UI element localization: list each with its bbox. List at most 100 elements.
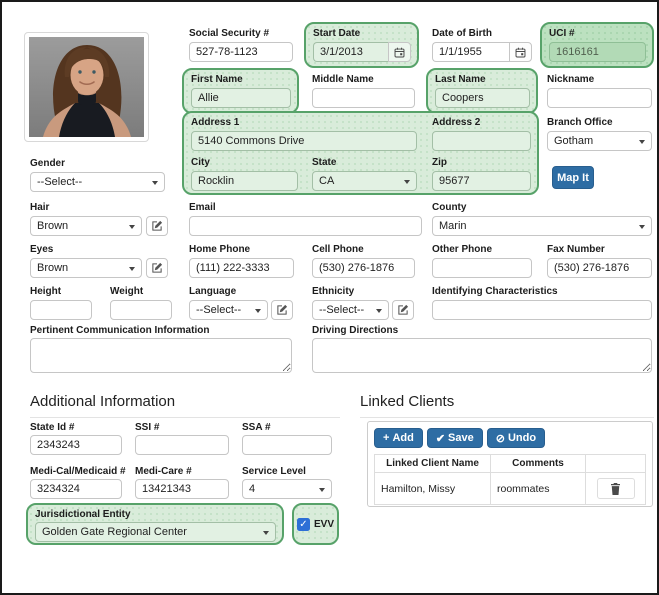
state-select-value: CA bbox=[319, 175, 335, 187]
state-label: State bbox=[312, 157, 337, 168]
edit-icon bbox=[277, 304, 288, 315]
chevron-down-icon bbox=[129, 267, 135, 271]
evv-highlight: EVV bbox=[292, 503, 339, 545]
jurisdictional-entity-select-value: Golden Gate Regional Center bbox=[42, 526, 187, 538]
middle-name-label: Middle Name bbox=[312, 74, 374, 85]
undo-button[interactable]: ⊘ Undo bbox=[486, 428, 546, 448]
evv-checkbox[interactable] bbox=[296, 517, 310, 531]
height-label: Height bbox=[30, 286, 62, 297]
column-header-actions bbox=[585, 454, 646, 473]
ssi-label: SSI # bbox=[135, 422, 160, 433]
address1-input[interactable] bbox=[191, 131, 417, 151]
chevron-down-icon bbox=[639, 225, 645, 229]
state-id-input[interactable] bbox=[30, 435, 122, 455]
hair-select-value: Brown bbox=[37, 220, 69, 232]
city-input[interactable] bbox=[191, 171, 298, 191]
branch-office-select[interactable]: Gotham bbox=[547, 131, 652, 151]
start-date-input[interactable] bbox=[313, 42, 389, 62]
middle-name-input[interactable] bbox=[312, 88, 415, 108]
identifying-characteristics-label: Identifying Characteristics bbox=[432, 286, 558, 297]
county-select[interactable]: Marin bbox=[432, 216, 652, 236]
delete-row-button[interactable] bbox=[596, 478, 635, 499]
additional-information-heading: Additional Information bbox=[30, 393, 340, 418]
column-header-linked-client-name: Linked Client Name bbox=[374, 454, 491, 473]
hair-label: Hair bbox=[30, 202, 50, 213]
email-input[interactable] bbox=[189, 216, 422, 236]
driving-directions-label: Driving Directions bbox=[312, 325, 399, 336]
linked-clients-heading: Linked Clients bbox=[360, 393, 654, 418]
address2-input[interactable] bbox=[432, 131, 531, 151]
map-it-button[interactable]: Map It bbox=[552, 166, 594, 189]
first-name-input[interactable] bbox=[191, 88, 291, 108]
fax-number-input[interactable] bbox=[547, 258, 652, 278]
medi-cal-label: Medi-Cal/Medicaid # bbox=[30, 466, 126, 477]
service-level-select[interactable]: 4 bbox=[242, 479, 332, 499]
other-phone-label: Other Phone bbox=[432, 244, 493, 255]
ethnicity-edit-button[interactable] bbox=[392, 300, 414, 320]
ssa-input[interactable] bbox=[242, 435, 332, 455]
zip-input[interactable] bbox=[432, 171, 531, 191]
nickname-label: Nickname bbox=[547, 74, 595, 85]
state-select[interactable]: CA bbox=[312, 171, 417, 191]
add-button[interactable]: + Add bbox=[374, 428, 423, 448]
eyes-select[interactable]: Brown bbox=[30, 258, 142, 278]
weight-input[interactable] bbox=[110, 300, 172, 320]
height-input[interactable] bbox=[30, 300, 92, 320]
evv-label: EVV bbox=[313, 518, 334, 530]
pertinent-communication-textarea[interactable] bbox=[30, 338, 292, 373]
linked-clients-panel: + Add ✔ Save ⊘ Undo Linked Client Name Comm… bbox=[367, 421, 653, 507]
jurisdictional-entity-select[interactable]: Golden Gate Regional Center bbox=[35, 522, 276, 542]
identifying-characteristics-input[interactable] bbox=[432, 300, 652, 320]
uci-input[interactable] bbox=[549, 42, 646, 62]
fax-number-label: Fax Number bbox=[547, 244, 605, 255]
email-label: Email bbox=[189, 202, 216, 213]
dob-calendar-button[interactable] bbox=[509, 42, 532, 62]
pertinent-communication-label: Pertinent Communication Information bbox=[30, 325, 210, 336]
plus-icon: + bbox=[383, 432, 390, 444]
dob-input[interactable] bbox=[432, 42, 510, 62]
chevron-down-icon bbox=[319, 488, 325, 492]
nickname-input[interactable] bbox=[547, 88, 652, 108]
chevron-down-icon bbox=[376, 309, 382, 313]
client-photo-image bbox=[29, 37, 144, 137]
chevron-down-icon bbox=[152, 181, 158, 185]
medi-cal-input[interactable] bbox=[30, 479, 122, 499]
eyes-edit-button[interactable] bbox=[146, 258, 168, 278]
ssn-label: Social Security # bbox=[189, 28, 270, 39]
language-label: Language bbox=[189, 286, 237, 297]
chevron-down-icon bbox=[404, 180, 410, 184]
hair-select[interactable]: Brown bbox=[30, 216, 142, 236]
ethnicity-label: Ethnicity bbox=[312, 286, 355, 297]
language-select[interactable]: --Select-- bbox=[189, 300, 268, 320]
jurisdictional-entity-label: Jurisdictional Entity bbox=[35, 509, 131, 520]
gender-select[interactable]: --Select-- bbox=[30, 172, 165, 192]
driving-directions-textarea[interactable] bbox=[312, 338, 652, 373]
language-edit-button[interactable] bbox=[271, 300, 293, 320]
hair-edit-button[interactable] bbox=[146, 216, 168, 236]
edit-icon bbox=[398, 304, 409, 315]
last-name-input[interactable] bbox=[435, 88, 530, 108]
last-name-label: Last Name bbox=[435, 74, 486, 85]
ssi-input[interactable] bbox=[135, 435, 229, 455]
eyes-label: Eyes bbox=[30, 244, 54, 255]
linked-clients-toolbar: + Add ✔ Save ⊘ Undo bbox=[374, 428, 646, 448]
check-icon: ✔ bbox=[435, 432, 446, 445]
ethnicity-select[interactable]: --Select-- bbox=[312, 300, 389, 320]
medi-care-label: Medi-Care # bbox=[135, 466, 192, 477]
add-button-label: Add bbox=[392, 432, 414, 444]
ssn-input[interactable] bbox=[189, 42, 293, 62]
service-level-label: Service Level bbox=[242, 466, 306, 477]
start-date-calendar-button[interactable] bbox=[388, 42, 411, 62]
medi-care-input[interactable] bbox=[135, 479, 229, 499]
chevron-down-icon bbox=[263, 531, 269, 535]
weight-label: Weight bbox=[110, 286, 144, 297]
address1-label: Address 1 bbox=[191, 117, 240, 128]
save-button[interactable]: ✔ Save bbox=[426, 428, 483, 448]
home-phone-label: Home Phone bbox=[189, 244, 251, 255]
cell-phone-input[interactable] bbox=[312, 258, 415, 278]
other-phone-input[interactable] bbox=[432, 258, 532, 278]
home-phone-input[interactable] bbox=[189, 258, 294, 278]
client-photo bbox=[24, 32, 149, 142]
uci-label: UCI # bbox=[549, 28, 575, 39]
undo-button-label: Undo bbox=[507, 432, 537, 444]
